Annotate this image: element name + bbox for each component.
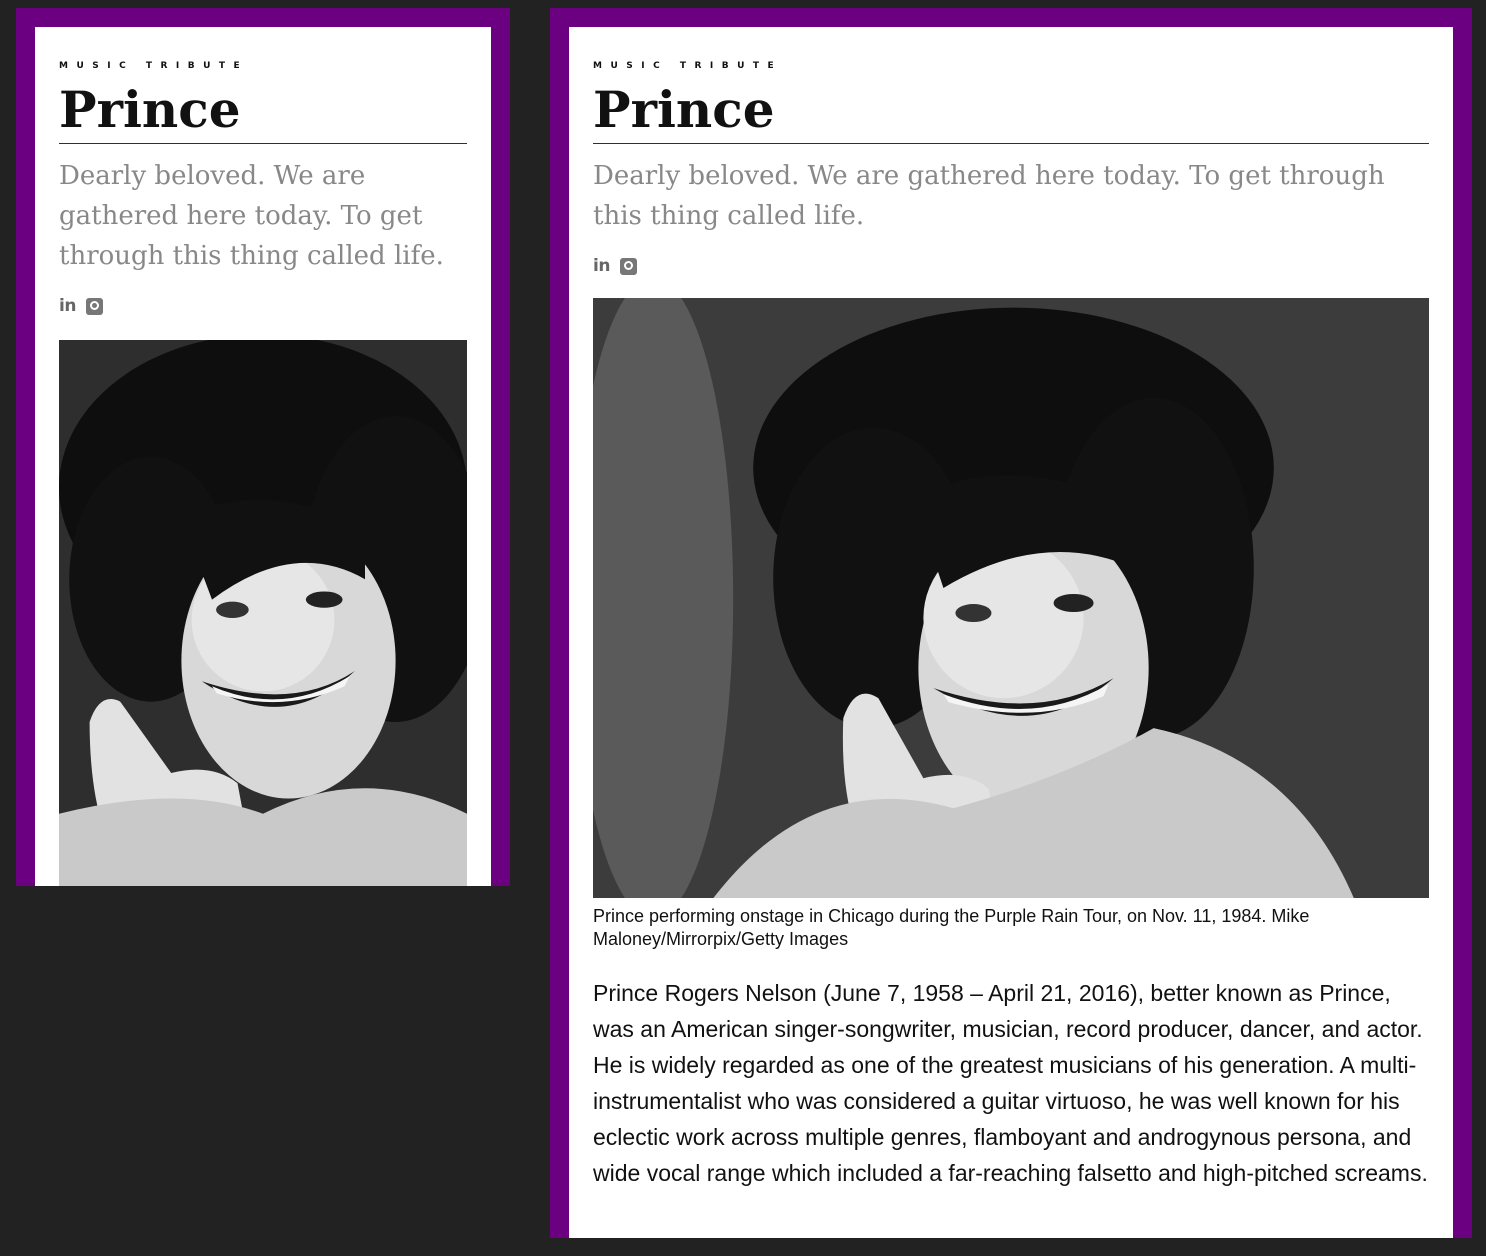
page-title: Prince [593,81,1429,144]
photo-caption: Prince performing onstage in Chicago dur… [593,906,1310,949]
page-title: Prince [59,81,467,144]
prince-photo-image [59,340,467,886]
social-links: in [593,256,1429,276]
github-icon[interactable] [619,257,637,275]
linkedin-icon[interactable]: in [593,256,610,276]
github-icon[interactable] [85,297,103,315]
social-links: in [59,296,467,316]
linkedin-icon[interactable]: in [59,296,76,316]
eyebrow-label: MUSIC TRIBUTE [593,61,783,71]
prince-photo [59,340,467,886]
prince-photo-image [593,298,1429,898]
desktop-preview-frame: MUSIC TRIBUTE Prince Dearly beloved. We … [550,8,1472,1238]
eyebrow-label: MUSIC TRIBUTE [59,61,249,71]
page-subtitle: Dearly beloved. We are gathered here tod… [593,161,1385,231]
page-subtitle: Dearly beloved. We are gathered here tod… [59,161,444,271]
bio-paragraph: Prince Rogers Nelson (June 7, 1958 – Apr… [593,980,1428,1186]
mobile-preview-frame: MUSIC TRIBUTE Prince Dearly beloved. We … [16,8,510,886]
tribute-card: MUSIC TRIBUTE Prince Dearly beloved. We … [569,27,1453,1238]
prince-photo [593,298,1429,898]
tribute-card: MUSIC TRIBUTE Prince Dearly beloved. We … [35,27,491,886]
